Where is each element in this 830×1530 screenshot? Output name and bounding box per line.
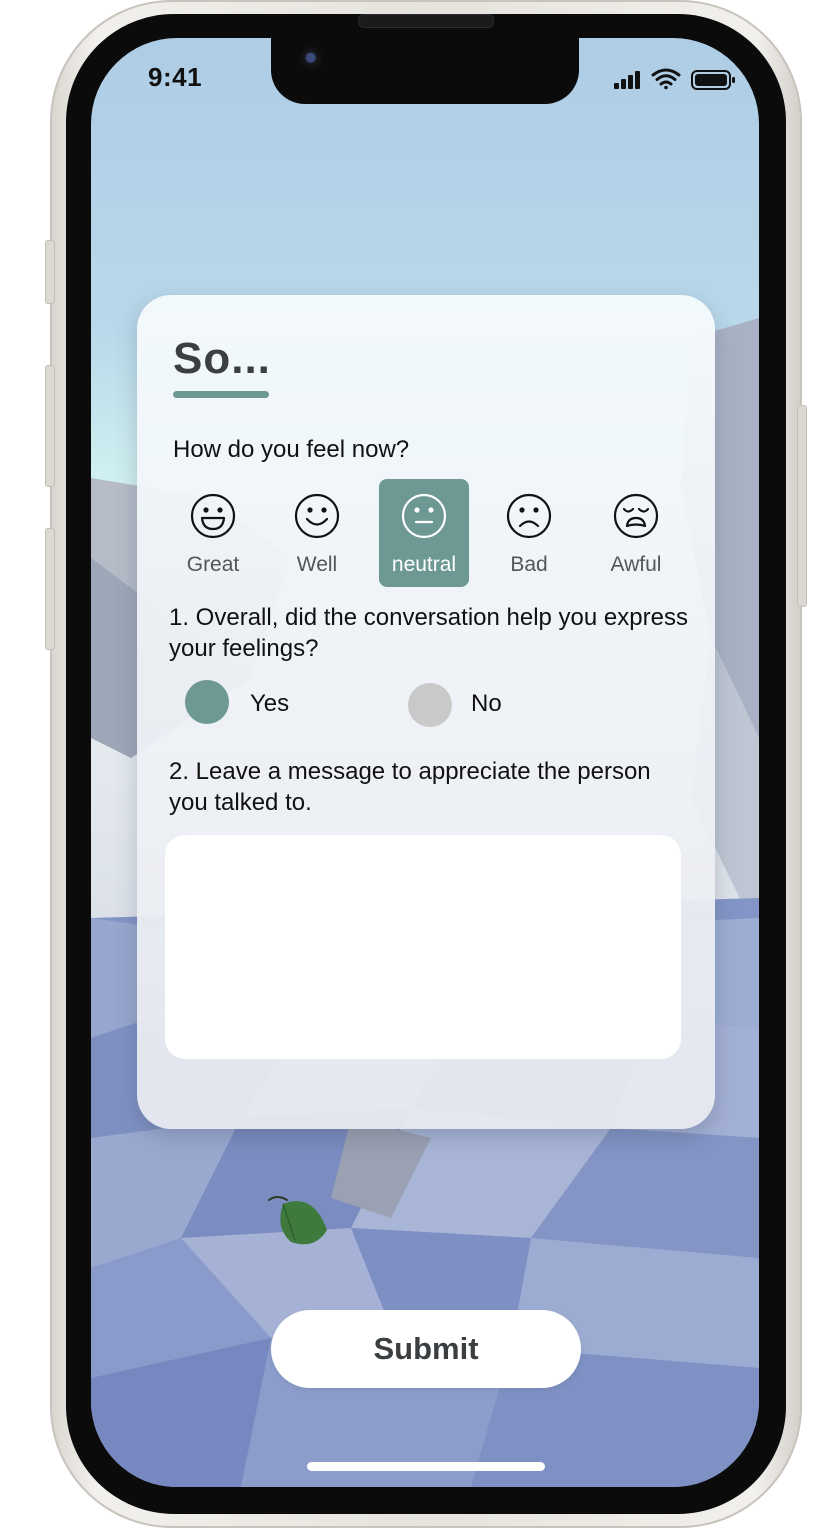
volume-up-button — [45, 365, 55, 487]
signal-icon — [614, 71, 640, 89]
question-2: 2. Leave a message to appreciate the per… — [169, 758, 651, 816]
frowning-face-icon — [506, 493, 552, 539]
grinning-face-icon — [190, 493, 236, 539]
mood-option-awful[interactable]: Awful — [591, 479, 681, 587]
radio-no[interactable] — [408, 683, 452, 727]
volume-down-button — [45, 528, 55, 650]
home-indicator — [307, 1462, 545, 1471]
neutral-face-icon — [401, 493, 447, 539]
mood-option-well[interactable]: Well — [272, 479, 362, 587]
wifi-icon — [651, 68, 681, 90]
message-input[interactable] — [165, 835, 681, 1059]
mood-prompt: How do you feel now? — [173, 436, 410, 463]
mood-label: Great — [186, 553, 240, 576]
power-button — [797, 405, 807, 607]
mood-label: Bad — [510, 553, 548, 576]
mood-option-neutral[interactable]: neutral — [379, 479, 469, 587]
weary-face-icon — [613, 493, 659, 539]
status-time: 9:41 — [148, 62, 203, 92]
mood-option-great[interactable]: Great — [168, 479, 258, 587]
battery-icon — [691, 70, 735, 90]
front-camera — [299, 46, 325, 72]
mood-label: Well — [296, 553, 338, 576]
radio-yes-label[interactable]: Yes — [250, 690, 289, 718]
silent-switch — [45, 240, 55, 304]
card-title: So... — [173, 334, 271, 383]
mood-option-bad[interactable]: Bad — [484, 479, 574, 587]
leaf-icon — [268, 1196, 327, 1245]
submit-button[interactable]: Submit — [271, 1310, 581, 1388]
mood-selector: Great Well neutral Bad Awful — [160, 479, 690, 587]
smiling-face-icon — [294, 493, 340, 539]
mood-label: Awful — [610, 553, 662, 576]
title-underline — [173, 391, 269, 398]
radio-yes[interactable] — [185, 680, 229, 724]
radio-no-label[interactable]: No — [471, 690, 502, 718]
question-1: 1. Overall, did the conversation help yo… — [169, 604, 688, 662]
status-icons — [614, 68, 735, 90]
earpiece-speaker — [358, 14, 494, 28]
mood-label: neutral — [391, 553, 457, 576]
